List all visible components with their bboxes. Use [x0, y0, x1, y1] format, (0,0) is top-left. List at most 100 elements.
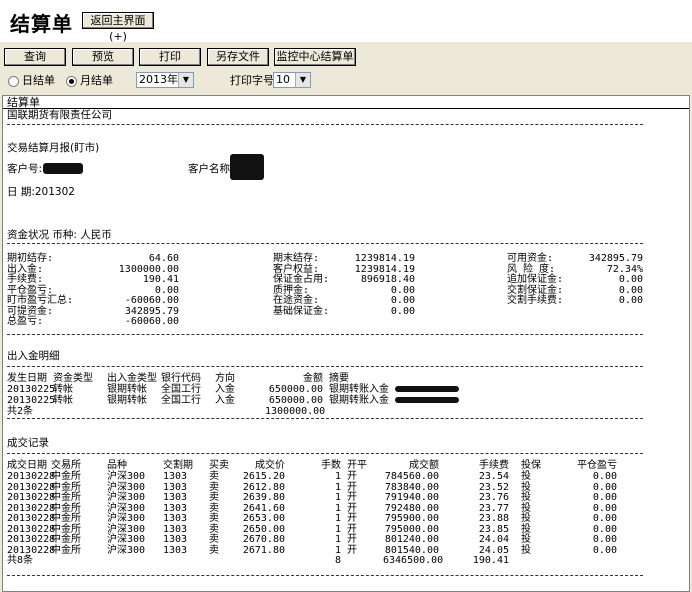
report-date: 日 期:201302 — [7, 186, 75, 198]
trade-cell: 20130228 — [7, 481, 56, 493]
funds-value: 72.34% — [606, 263, 643, 275]
trade-cell: 开 — [347, 544, 357, 556]
trade-header: 交割期 — [163, 460, 193, 471]
trade-cell: 0.00 — [592, 534, 617, 545]
save-file-button[interactable]: 另存文件 — [207, 48, 269, 66]
cash-cell: 银期转帐 — [107, 395, 147, 406]
funds-label: 手续费: — [7, 274, 44, 285]
cash-total-value: 1300000.00 — [265, 406, 326, 417]
cash-cell: 20130225 — [7, 395, 56, 406]
funds-label: 基础保证金: — [273, 305, 330, 317]
trade-cell: 沪深300 — [107, 471, 146, 482]
trade-cell: 20130228 — [7, 534, 56, 545]
funds-label: 追加保证金: — [507, 274, 564, 285]
trade-header: 买卖 — [209, 460, 229, 471]
funds-value: 0.00 — [618, 284, 643, 296]
monthly-radio[interactable]: 月结单 — [66, 72, 113, 90]
redacted-summary — [395, 397, 459, 403]
trade-header: 成交日期 — [7, 460, 47, 471]
funds-label: 在途资金: — [273, 295, 320, 306]
trade-cell: 1303 — [163, 502, 188, 514]
cash-header: 摘要 — [329, 373, 349, 384]
funds-value: 896918.40 — [360, 274, 415, 285]
funds-label: 期末结存: — [273, 253, 320, 264]
font-size-label: 打印字号 — [230, 74, 274, 87]
window-title: 结算单 — [10, 12, 73, 36]
trade-cell: 2650.00 — [242, 523, 285, 535]
print-button[interactable]: 打印 — [139, 48, 201, 66]
funds-value: 0.00 — [618, 295, 643, 306]
trade-header: 成交额 — [409, 460, 439, 471]
company-name: 国联期货有限责任公司 — [7, 109, 112, 121]
trade-cell: 20130228 — [7, 523, 56, 535]
trade-cell: 20130228 — [7, 471, 56, 482]
funds-title: 资金状况 币种: 人民币 — [7, 229, 112, 241]
funds-label: 保证金占用: — [273, 274, 330, 285]
trade-cell: 23.85 — [478, 523, 509, 535]
cash-header: 金额 — [303, 373, 323, 384]
trade-cell: 20130228 — [7, 513, 56, 524]
trade-cell: 投 — [521, 481, 531, 493]
trade-cell: 卖 — [209, 492, 219, 503]
trade-cell: 1303 — [163, 544, 188, 556]
font-size-select[interactable]: 10 ▼ — [273, 72, 311, 88]
trades-title: 成交记录 — [7, 437, 49, 449]
chevron-down-icon[interactable]: ▼ — [178, 73, 193, 87]
cash-header: 资金类型 — [53, 373, 93, 384]
back-to-main-button[interactable]: 返回主界面(+) — [82, 12, 154, 43]
trade-cell: 1303 — [163, 523, 188, 535]
trade-cell: 开 — [347, 534, 357, 545]
trade-cell: 1 — [334, 471, 341, 482]
trade-cell: 开 — [347, 481, 357, 493]
funds-label: 平仓盈亏: — [7, 284, 54, 296]
divider — [7, 575, 643, 576]
cash-header: 发生日期 — [7, 373, 47, 384]
month-select[interactable]: 2013年02 ▼ — [136, 72, 194, 88]
trade-header: 品种 — [107, 460, 127, 471]
divider — [7, 243, 643, 244]
trade-cell: 2671.80 — [242, 544, 285, 556]
trade-cell: 20130228 — [7, 544, 56, 556]
trade-cell: 卖 — [209, 534, 219, 545]
daily-radio-icon[interactable] — [8, 75, 19, 87]
trade-header: 手数 — [321, 460, 341, 471]
trade-cell: 开 — [347, 492, 357, 503]
divider — [7, 453, 643, 454]
trade-cell: 沪深300 — [107, 513, 146, 524]
trade-header: 交易所 — [51, 460, 81, 471]
trade-cell: 23.54 — [478, 471, 509, 482]
monthly-radio-icon[interactable] — [66, 75, 77, 87]
trade-header: 平仓盈亏 — [577, 460, 617, 471]
font-size-value: 10 — [276, 73, 290, 86]
trade-cell: 1 — [334, 502, 341, 514]
trade-total-fee: 190.41 — [472, 555, 509, 566]
funds-value: 0.00 — [390, 295, 415, 306]
cash-cell: 全国工行 — [161, 395, 201, 406]
query-button[interactable]: 查询 — [4, 48, 66, 66]
funds-value: -60060.00 — [124, 295, 179, 306]
funds-label: 期初结存: — [7, 253, 54, 264]
trade-cell: 中金所 — [51, 502, 81, 514]
trade-cell: 开 — [347, 513, 357, 524]
trade-cell: 24.04 — [478, 534, 509, 545]
trade-cell: 卖 — [209, 523, 219, 535]
redacted-client-no — [43, 163, 83, 174]
trade-cell: 1 — [334, 534, 341, 545]
trade-cell: 1303 — [163, 492, 188, 503]
funds-value: 0.00 — [390, 284, 415, 296]
trade-cell: 2653.00 — [242, 513, 285, 524]
divider — [7, 418, 643, 419]
chevron-down-icon[interactable]: ▼ — [295, 73, 310, 87]
daily-radio[interactable]: 日结单 — [8, 72, 55, 90]
trade-cell: 2639.80 — [242, 492, 285, 503]
trade-cell: 沪深300 — [107, 481, 146, 493]
trade-cell: 783840.00 — [384, 481, 439, 493]
cash-header: 银行代码 — [161, 373, 201, 384]
trade-cell: 卖 — [209, 513, 219, 524]
funds-value: 342895.79 — [124, 305, 179, 317]
trade-cell: 开 — [347, 471, 357, 482]
preview-button[interactable]: 预览 — [72, 48, 134, 66]
trade-cell: 1 — [334, 544, 341, 556]
funds-label: 总盈亏: — [7, 316, 44, 327]
monitor-center-button[interactable]: 监控中心结算单 — [274, 48, 356, 66]
